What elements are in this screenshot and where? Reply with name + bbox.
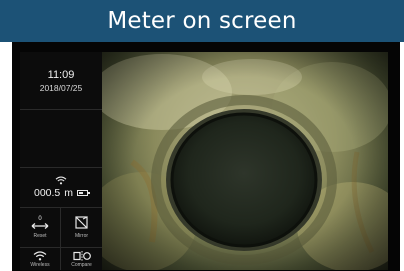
- page-title-text: Meter on screen: [107, 8, 297, 34]
- compare-icon: [72, 250, 91, 261]
- date-display: 2018/07/25: [39, 82, 83, 93]
- compare-button[interactable]: Compare: [61, 248, 102, 270]
- mirror-icon: [74, 216, 88, 229]
- battery-level: [79, 192, 84, 194]
- wifi-signal-icon: [55, 176, 67, 185]
- wifi-icon: [33, 250, 47, 260]
- distance-unit: m: [64, 187, 74, 199]
- mirror-button[interactable]: Mirror: [61, 208, 102, 248]
- wireless-button[interactable]: Wireless: [20, 248, 61, 270]
- wireless-label: Wireless: [30, 261, 50, 268]
- pipe-interior-image: [102, 52, 388, 270]
- page-title: Meter on screen: [0, 0, 404, 42]
- status-sidebar: 11:09 2018/07/25 000.5 m 0 Reset Mirror …: [20, 52, 102, 270]
- time-display: 11:09: [47, 68, 75, 81]
- datetime-panel: 11:09 2018/07/25: [20, 52, 102, 110]
- reset-button[interactable]: 0 Reset: [20, 208, 61, 248]
- reset-arrows-icon: [31, 223, 49, 229]
- distance-meter: 000.5 m: [20, 168, 102, 208]
- distance-value: 000.5: [33, 187, 61, 199]
- mirror-label: Mirror: [74, 233, 89, 239]
- camera-feed: [102, 52, 388, 270]
- compare-label: Compare: [71, 261, 92, 268]
- empty-panel: [20, 110, 102, 168]
- battery-icon: [77, 190, 91, 196]
- reset-label: Reset: [33, 233, 47, 239]
